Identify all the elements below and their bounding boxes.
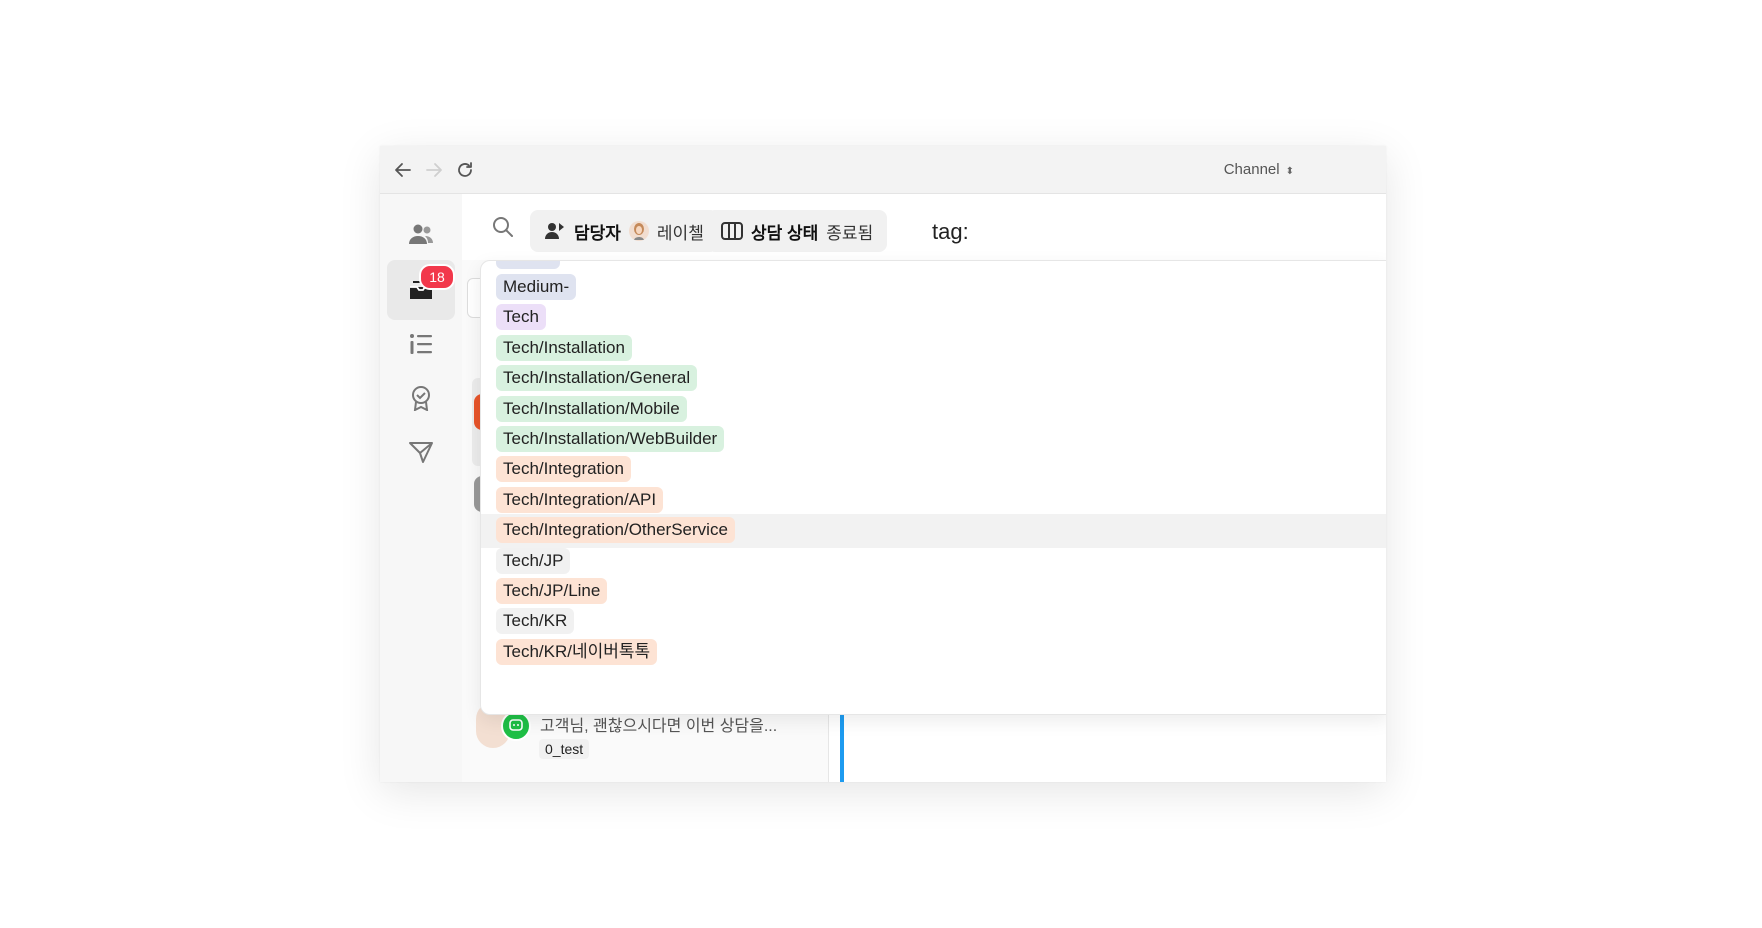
- arrow-left-icon: [395, 163, 411, 177]
- list-icon: [410, 334, 432, 354]
- status-filter-value: 종료됨: [826, 223, 874, 243]
- assignee-filter-value: 레이첼: [656, 223, 704, 243]
- badge-check-icon: [412, 386, 430, 411]
- columns-icon: [721, 222, 743, 240]
- tag-chip: Medium-: [496, 274, 577, 300]
- tag-option[interactable]: Tech/Integration/OtherService: [481, 514, 1386, 549]
- conversation-preview-text: 고객님, 괜찮으시다면 이번 상담을...: [540, 718, 778, 735]
- tag-option[interactable]: Tech/KR: [481, 605, 1386, 639]
- sidebar-item-campaign[interactable]: [387, 422, 455, 482]
- tag-chip: Tech/Integration/OtherService: [496, 517, 735, 544]
- send-icon: [409, 442, 433, 463]
- tag-option[interactable]: Tech/JP/Line: [481, 575, 1386, 609]
- tag-chip: Tech/KR/네이버톡톡: [496, 638, 658, 665]
- tag-option[interactable]: Medium-: [481, 271, 1386, 305]
- tag-chip: Tech/Installation: [496, 334, 632, 361]
- tag-option[interactable]: Tech/Integration/API: [481, 484, 1386, 518]
- tag-option[interactable]: Tech: [481, 301, 1386, 335]
- tag-option[interactable]: Tech/Installation/General: [481, 362, 1386, 396]
- tag-option[interactable]: Tech/JP: [481, 545, 1386, 579]
- assignee-filter-chip[interactable]: 담당자 레이첼: [530, 210, 718, 252]
- tag-option[interactable]: Tech/Installation: [481, 332, 1386, 366]
- sidebar-item-contacts[interactable]: [387, 204, 455, 264]
- browser-toolbar: Channel ⬍: [380, 146, 1386, 194]
- tag-chip: Tech/Installation/General: [496, 365, 698, 392]
- app-window: Channel ⬍ 18 담당자 레이첼 상담 상태 종료됨 tag: 고객님,…: [380, 146, 1386, 782]
- assignee-filter-key: 담당자: [574, 223, 621, 243]
- sidebar-item-inbox[interactable]: 18: [387, 260, 455, 320]
- search-query-input[interactable]: tag:: [932, 219, 969, 245]
- tag-option[interactable]: Tech/Installation/Mobile: [481, 393, 1386, 427]
- channel-label: Channel: [1223, 161, 1280, 178]
- sidebar: 18: [380, 194, 463, 782]
- reload-button[interactable]: [453, 158, 477, 182]
- tag-chip: Tech/Integration/API: [496, 486, 664, 513]
- reload-icon: [458, 162, 472, 177]
- tag-chip: Tech/Installation/Mobile: [496, 395, 687, 422]
- inbox-badge: 18: [419, 264, 455, 290]
- forward-button[interactable]: [422, 158, 446, 182]
- tag-chip: Tech/KR: [496, 608, 575, 635]
- status-filter-chip[interactable]: 상담 상태 종료됨: [707, 210, 888, 252]
- tag-chip: Tech/Integration: [496, 456, 631, 483]
- arrow-right-icon: [426, 163, 442, 177]
- tag-chip: Tech/JP/Line: [496, 578, 608, 604]
- tag-suggestion-dropdown: Medium- Tech Tech/Installation Tech/Install…: [480, 260, 1386, 715]
- users-icon: [409, 224, 433, 244]
- search-icon[interactable]: [492, 216, 514, 243]
- search-filter-bar: 담당자 레이첼 상담 상태 종료됨 tag:: [462, 194, 1386, 260]
- assignee-avatar: [628, 221, 649, 241]
- status-filter-key: 상담 상태: [751, 223, 819, 243]
- conversation-tag: 0_test: [539, 739, 590, 759]
- tag-option[interactable]: Tech/KR/네이버톡톡: [481, 636, 1386, 670]
- sidebar-item-list[interactable]: [387, 314, 455, 374]
- chat-channel-icon: [501, 711, 531, 741]
- sidebar-item-resolved[interactable]: [387, 368, 455, 428]
- back-button[interactable]: [391, 158, 415, 182]
- tag-chip: Tech/JP: [496, 547, 571, 574]
- list-search-box[interactable]: [467, 278, 481, 318]
- tag-chip: Tech/Installation/WebBuilder: [496, 426, 725, 452]
- sort-arrows-icon: ⬍: [1285, 166, 1294, 177]
- tag-chip-partial: [496, 261, 560, 269]
- tag-chip: Tech: [496, 304, 546, 331]
- assignee-icon: [545, 223, 564, 239]
- channel-switcher[interactable]: Channel ⬍: [1224, 161, 1294, 178]
- tag-option[interactable]: Tech/Integration: [481, 453, 1386, 487]
- tag-option[interactable]: Tech/Installation/WebBuilder: [481, 423, 1386, 457]
